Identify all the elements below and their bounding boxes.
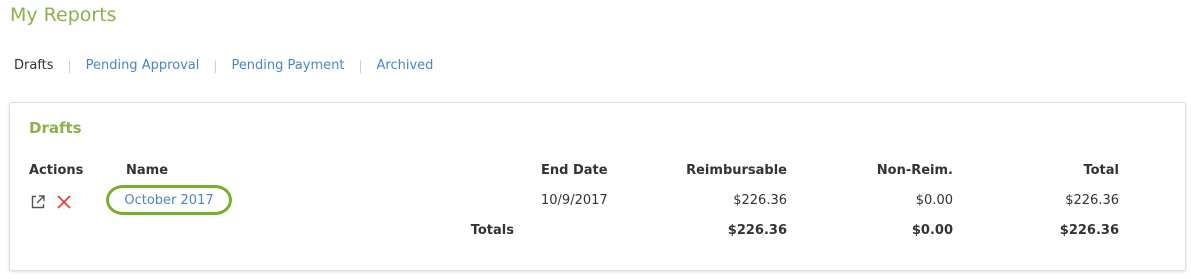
tab-pending-approval[interactable]: Pending Approval xyxy=(86,58,200,73)
totals-non-reim: $0.00 xyxy=(911,223,953,238)
drafts-panel: Drafts Actions Name End Date Reimbursabl… xyxy=(9,102,1186,271)
tab-separator: | xyxy=(358,58,363,73)
col-header-non-reim: Non-Reim. xyxy=(876,163,953,178)
open-external-icon[interactable] xyxy=(29,193,47,211)
row-non-reim: $0.00 xyxy=(915,193,953,208)
totals-reimbursable: $226.36 xyxy=(727,223,787,238)
tab-drafts[interactable]: Drafts xyxy=(14,58,54,73)
col-header-actions: Actions xyxy=(29,163,84,178)
tab-pending-payment[interactable]: Pending Payment xyxy=(231,58,344,73)
row-total: $226.36 xyxy=(1065,193,1119,208)
totals-label: Totals xyxy=(470,223,514,238)
row-reimbursable: $226.36 xyxy=(733,193,787,208)
tab-separator: | xyxy=(213,58,218,73)
report-name-link[interactable]: October 2017 xyxy=(106,185,232,215)
delete-x-icon[interactable] xyxy=(55,193,73,211)
col-header-name: Name xyxy=(126,163,169,178)
col-header-end-date: End Date xyxy=(541,163,608,178)
report-tabs: Drafts | Pending Approval | Pending Paym… xyxy=(14,58,433,73)
tab-archived[interactable]: Archived xyxy=(377,58,434,73)
totals-total: $226.36 xyxy=(1059,223,1119,238)
tab-separator: | xyxy=(67,58,72,73)
col-header-total: Total xyxy=(1083,163,1119,178)
drafts-panel-title: Drafts xyxy=(29,119,82,137)
page-title: My Reports xyxy=(10,4,117,26)
col-header-reimbursable: Reimbursable xyxy=(686,163,787,178)
row-end-date: 10/9/2017 xyxy=(541,193,608,208)
